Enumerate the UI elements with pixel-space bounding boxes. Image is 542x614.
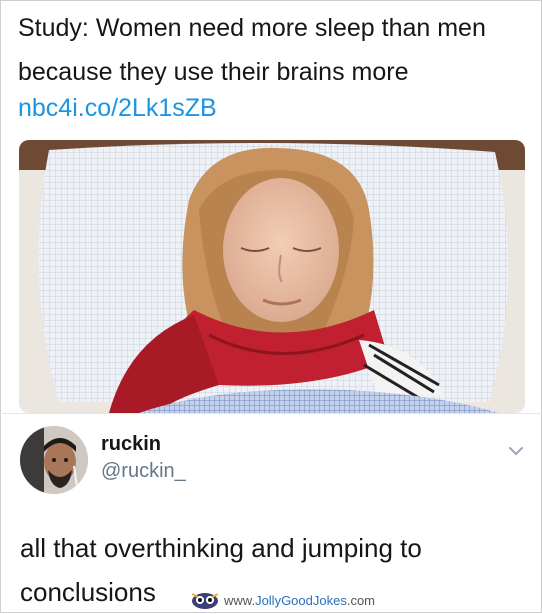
avatar[interactable]: [20, 426, 88, 494]
user-avatar-image: [20, 426, 88, 494]
sleeping-woman-image: [19, 140, 525, 413]
divider: [0, 413, 542, 414]
reply-user-name[interactable]: ruckin: [101, 433, 161, 456]
reply-user-handle[interactable]: @ruckin_: [101, 460, 186, 483]
watermark-suffix: .com: [346, 592, 376, 608]
watermark-prefix: www.: [224, 592, 256, 608]
tweet-link[interactable]: nbc4i.co/2Lk1sZB: [18, 88, 217, 128]
chevron-down-icon[interactable]: [505, 440, 527, 462]
watermark: www.JollyGoodJokes.com: [190, 589, 375, 611]
tweet-photo[interactable]: [19, 140, 525, 413]
tweet-text: Study: Women need more sleep than men be…: [18, 14, 486, 86]
jolly-good-jokes-logo: [191, 593, 219, 609]
watermark-domain: JollyGoodJokes: [255, 592, 347, 608]
